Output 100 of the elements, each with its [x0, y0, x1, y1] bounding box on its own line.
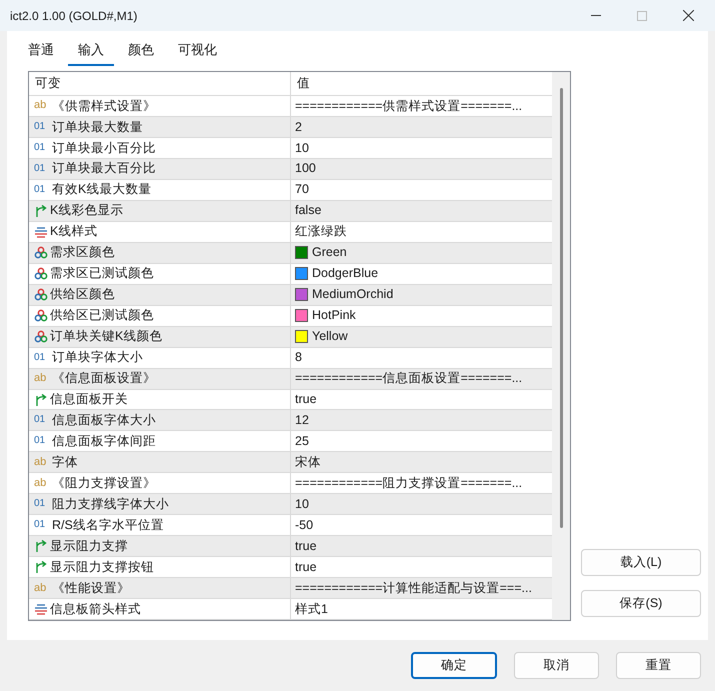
parameter-name: 供给区颜色 [50, 286, 115, 304]
parameter-name: 订单块最小百分比 [52, 140, 156, 156]
table-cell[interactable]: true [291, 390, 552, 410]
parameter-value: Yellow [312, 328, 348, 346]
parameter-value: ============供需样式设置=======... [295, 98, 522, 115]
table-cell[interactable]: 12 [291, 410, 552, 430]
maximize-icon [637, 10, 647, 20]
column-header[interactable]: 可变 [29, 72, 291, 95]
color-circles-icon [34, 267, 48, 280]
table-cell[interactable]: 红涨绿跌 [291, 222, 552, 242]
parameter-value: 25 [295, 433, 309, 450]
table-cell[interactable]: 宋体 [291, 452, 552, 472]
parameter-name: 供给区已测试颜色 [50, 307, 154, 324]
parameter-value: 70 [295, 181, 309, 198]
parameter-name: 阻力支撑线字体大小 [52, 496, 169, 513]
number-type-icon: 01 [34, 122, 46, 132]
scrollbar[interactable] [552, 72, 570, 620]
parameter-value: DodgerBlue [312, 265, 378, 282]
table-cell[interactable]: 10 [291, 494, 552, 514]
text-type-icon: ab [34, 100, 46, 112]
parameter-value: 宋体 [295, 454, 321, 472]
table-cell[interactable]: ============阻力支撑设置=======... [291, 473, 552, 494]
text-type-icon: ab [34, 373, 46, 384]
table-cell[interactable]: ============信息面板设置=======... [291, 368, 552, 389]
minimize-icon [591, 15, 601, 16]
tab[interactable]: 输入 [68, 40, 114, 66]
parameter-name: 信息面板字体间距 [52, 433, 156, 450]
parameter-name: 订单块关键K线颜色 [50, 328, 162, 346]
parameter-name: K线彩色显示 [50, 202, 124, 220]
table-cell[interactable]: 样式1 [291, 599, 552, 620]
parameter-value: 100 [295, 160, 316, 178]
branch-arrow-icon [34, 392, 48, 406]
table-cell[interactable]: Yellow [291, 326, 552, 347]
tab[interactable]: 颜色 [118, 40, 164, 66]
text-type-icon: ab [34, 478, 46, 489]
tab[interactable]: 可视化 [168, 40, 227, 66]
table-cell[interactable]: ============计算性能适配与设置===... [291, 578, 552, 598]
branch-arrow-icon [34, 560, 48, 574]
parameter-name: 字体 [52, 454, 78, 472]
table-cell[interactable]: DodgerBlue [291, 264, 552, 284]
table-cell[interactable]: ============供需样式设置=======... [291, 96, 552, 116]
parameter-value: 8 [295, 349, 302, 366]
parameter-name: 显示阻力支撑 [50, 538, 128, 555]
number-type-icon: 01 [34, 184, 46, 195]
table-cell[interactable]: false [291, 200, 552, 221]
parameter-value: 10 [295, 496, 309, 513]
parameter-name: 《供需样式设置》 [52, 98, 156, 115]
branch-arrow-icon [34, 539, 48, 554]
parameter-name: 显示阻力支撑按钮 [50, 558, 154, 576]
parameter-name: 订单块最大数量 [52, 118, 143, 136]
table-cell[interactable]: true [291, 557, 552, 578]
table-cell[interactable]: HotPink [291, 306, 552, 326]
parameter-name: R/S线名字水平位置 [52, 516, 164, 534]
table-cell[interactable]: -50 [291, 515, 552, 536]
dialog-button[interactable]: 确定 [411, 652, 497, 679]
parameter-value: 2 [295, 118, 302, 136]
parameter-name: 订单块字体大小 [52, 349, 143, 366]
table-cell[interactable]: 10 [291, 138, 552, 158]
list-lines-icon [34, 226, 48, 238]
parameter-name: 需求区颜色 [50, 244, 115, 262]
table-cell[interactable]: 70 [291, 180, 552, 200]
parameter-value: 10 [295, 140, 309, 156]
side-button[interactable]: 保存(S) [581, 590, 701, 617]
list-lines-icon [34, 603, 48, 616]
branch-arrow-icon [34, 204, 48, 218]
parameter-value: 样式1 [295, 600, 328, 618]
close-icon [682, 10, 694, 21]
parameter-value: true [295, 391, 317, 408]
color-circles-icon [34, 246, 48, 260]
side-button[interactable]: 载入(L) [581, 549, 701, 576]
scrollbar-thumb[interactable] [560, 88, 562, 528]
dialog-button[interactable]: 重置 [616, 652, 701, 679]
parameter-name: K线样式 [50, 223, 98, 240]
parameter-name: 《阻力支撑设置》 [52, 475, 156, 492]
table-cell[interactable]: 100 [291, 158, 552, 179]
parameter-value: MediumOrchid [312, 286, 394, 304]
color-circles-icon [34, 309, 48, 322]
table-cell[interactable]: MediumOrchid [291, 284, 552, 305]
text-type-icon: ab [34, 456, 46, 468]
window-title: ict2.0 1.00 (GOLD#,M1) [10, 8, 138, 24]
table-cell[interactable]: 2 [291, 116, 552, 137]
parameter-name: 订单块最大百分比 [52, 160, 156, 178]
parameter-value: true [295, 558, 317, 576]
table-cell[interactable]: 25 [291, 431, 552, 452]
table-cell[interactable]: true [291, 536, 552, 556]
tab[interactable]: 普通 [18, 40, 64, 66]
parameter-name: 信息板箭头样式 [50, 600, 141, 618]
text-type-icon: ab [34, 582, 46, 594]
parameter-name: 信息面板开关 [50, 391, 128, 408]
table-cell[interactable]: Green [291, 242, 552, 263]
parameter-name: 《信息面板设置》 [52, 370, 156, 388]
table-cell[interactable]: 8 [291, 348, 552, 368]
parameter-value: ============计算性能适配与设置===... [295, 580, 532, 597]
parameter-name: 需求区已测试颜色 [50, 265, 154, 282]
number-type-icon: 01 [34, 499, 46, 510]
parameter-value: -50 [295, 516, 314, 534]
column-header[interactable]: 值 [291, 72, 552, 95]
dialog-button[interactable]: 取消 [514, 652, 599, 679]
parameter-name: 信息面板字体大小 [52, 412, 156, 430]
parameter-value: ============阻力支撑设置=======... [295, 475, 522, 492]
